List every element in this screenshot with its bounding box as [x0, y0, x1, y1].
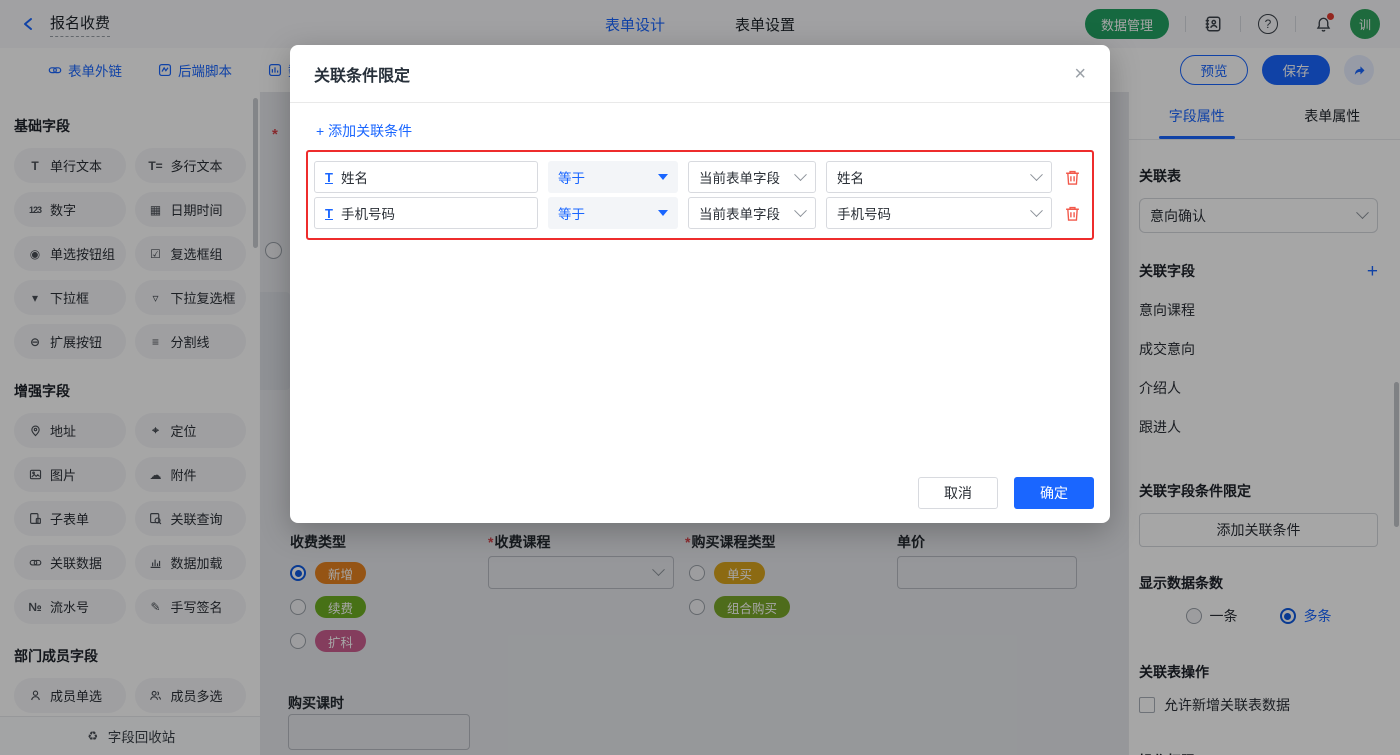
- operator-select[interactable]: 等于: [548, 161, 678, 193]
- chevron-down-icon: [794, 204, 807, 217]
- condition-field-input[interactable]: T 姓名: [314, 161, 538, 193]
- delete-row-trash-icon[interactable]: [1062, 205, 1082, 222]
- value-select[interactable]: 姓名: [826, 161, 1052, 193]
- add-condition-link[interactable]: + 添加关联条件: [316, 121, 412, 141]
- condition-field-input[interactable]: T 手机号码: [314, 197, 538, 229]
- modal-title: 关联条件限定: [314, 62, 410, 86]
- chevron-down-icon: [1030, 204, 1043, 217]
- text-field-icon: T: [325, 206, 333, 221]
- caret-down-icon: [658, 174, 668, 180]
- caret-down-icon: [658, 210, 668, 216]
- app-root: 报名收费 表单设计 表单设置 数据管理 ? 训: [0, 0, 1400, 755]
- source-select[interactable]: 当前表单字段: [688, 197, 816, 229]
- condition-row: T 手机号码 等于 当前表单字段 手机号码: [314, 197, 1086, 229]
- close-icon[interactable]: ×: [1074, 64, 1086, 84]
- value-select[interactable]: 手机号码: [826, 197, 1052, 229]
- operator-select[interactable]: 等于: [548, 197, 678, 229]
- source-select[interactable]: 当前表单字段: [688, 161, 816, 193]
- condition-limit-modal: 关联条件限定 × + 添加关联条件 T 姓名 等于 当前表单字段: [290, 45, 1110, 523]
- confirm-button[interactable]: 确定: [1014, 477, 1094, 509]
- chevron-down-icon: [794, 168, 807, 181]
- condition-rows-highlight: T 姓名 等于 当前表单字段 姓名: [306, 150, 1094, 240]
- delete-row-trash-icon[interactable]: [1062, 169, 1082, 186]
- condition-row: T 姓名 等于 当前表单字段 姓名: [314, 161, 1086, 193]
- cancel-button[interactable]: 取消: [918, 477, 998, 509]
- text-field-icon: T: [325, 170, 333, 185]
- chevron-down-icon: [1030, 168, 1043, 181]
